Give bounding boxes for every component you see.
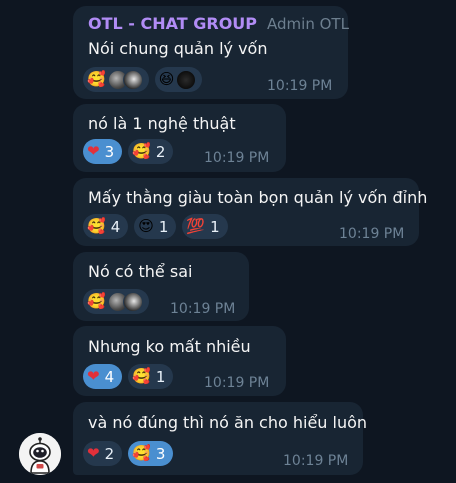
reactor-avatar (176, 69, 197, 90)
message-text: Mấy thằng giàu toàn bọn quản lý vốn đỉnh (88, 188, 428, 207)
reactor-avatar (122, 291, 143, 312)
reaction-hug[interactable]: 🥰 1 (128, 364, 174, 389)
reaction-count: 1 (158, 217, 169, 236)
smiling-face-with-hearts-icon: 🥰 (132, 367, 151, 385)
message-bubble[interactable]: Nhưng ko mất nhiều ❤ 4 🥰 1 10:19 PM (73, 326, 286, 396)
message-bubble[interactable]: và nó đúng thì nó ăn cho hiểu luôn ❤ 2 🥰… (73, 402, 367, 475)
reaction-count: 1 (155, 367, 166, 386)
reactions-bar: 🥰 😆 (83, 67, 203, 92)
reaction-count: 2 (104, 444, 115, 463)
reaction-hug[interactable]: 🥰 (83, 67, 149, 92)
reaction-count: 1 (210, 217, 220, 236)
reactions-bar: ❤ 2 🥰 3 (83, 441, 174, 466)
message-text: Nhưng ko mất nhiều (88, 337, 251, 356)
message-time: 10:19 PM (267, 78, 333, 94)
grinning-face-icon: 😆 (158, 70, 175, 88)
sender-role: Admin OTL (267, 15, 349, 33)
astronaut-icon (19, 433, 61, 475)
sender-avatar[interactable] (19, 433, 61, 475)
heart-icon: ❤ (87, 142, 100, 160)
hundred-points-icon: 💯 (186, 217, 206, 235)
chat-history[interactable]: OTL - CHAT GROUP Admin OTL Nói chung quản… (0, 0, 456, 483)
message-text: và nó đúng thì nó ăn cho hiểu luôn (88, 413, 368, 432)
message-time: 10:19 PM (339, 226, 405, 242)
reaction-heart[interactable]: ❤ 3 (83, 139, 123, 164)
reaction-heart[interactable]: ❤ 2 (83, 441, 123, 466)
heart-icon: ❤ (87, 444, 100, 462)
reaction-count: 4 (104, 367, 115, 386)
smiling-face-with-hearts-icon: 🥰 (132, 444, 151, 462)
message-text: nó là 1 nghệ thuật (88, 114, 236, 133)
message-bubble[interactable]: OTL - CHAT GROUP Admin OTL Nói chung quản… (73, 6, 349, 99)
reaction-heart-eyes[interactable]: 😍 1 (134, 214, 177, 239)
sender-name[interactable]: OTL - CHAT GROUP (88, 14, 257, 33)
reaction-hug[interactable]: 🥰 (83, 289, 149, 314)
message-time: 10:19 PM (170, 301, 236, 317)
smiling-face-with-hearts-icon: 🥰 (87, 70, 106, 88)
heart-icon: ❤ (87, 367, 100, 385)
reaction-count: 3 (104, 142, 115, 161)
reaction-count: 4 (110, 217, 121, 236)
heart-eyes-icon: 😍 (138, 217, 154, 235)
smiling-face-with-hearts-icon: 🥰 (87, 292, 106, 310)
reactions-bar: ❤ 3 🥰 2 (83, 139, 174, 164)
reactions-bar: 🥰 4 😍 1 💯 1 (83, 214, 228, 239)
reaction-count: 2 (155, 142, 166, 161)
smiling-face-with-hearts-icon: 🥰 (87, 217, 106, 235)
reactions-bar: 🥰 (83, 289, 149, 314)
reaction-hug[interactable]: 🥰 3 (128, 441, 174, 466)
reaction-hug[interactable]: 🥰 2 (128, 139, 174, 164)
reactor-avatar (122, 69, 143, 90)
sender-row: OTL - CHAT GROUP Admin OTL (88, 14, 349, 33)
message-bubble[interactable]: Mấy thằng giàu toàn bọn quản lý vốn đỉnh… (73, 178, 427, 246)
smiling-face-with-hearts-icon: 🥰 (132, 142, 151, 160)
message-time: 10:19 PM (204, 150, 270, 166)
message-time: 10:19 PM (204, 375, 270, 391)
reaction-grin[interactable]: 😆 (154, 67, 203, 92)
reaction-heart[interactable]: ❤ 4 (83, 364, 123, 389)
reaction-hundred[interactable]: 💯 1 (182, 214, 228, 239)
message-bubble[interactable]: Nó có thể sai 🥰 10:19 PM (73, 252, 249, 321)
reaction-hug[interactable]: 🥰 4 (83, 214, 129, 239)
message-text: Nó có thể sai (88, 262, 193, 281)
message-text: Nói chung quản lý vốn (88, 39, 268, 58)
reactions-bar: ❤ 4 🥰 1 (83, 364, 174, 389)
message-bubble[interactable]: nó là 1 nghệ thuật ❤ 3 🥰 2 10:19 PM (73, 104, 286, 172)
message-time: 10:19 PM (283, 453, 349, 469)
reaction-count: 3 (155, 444, 166, 463)
